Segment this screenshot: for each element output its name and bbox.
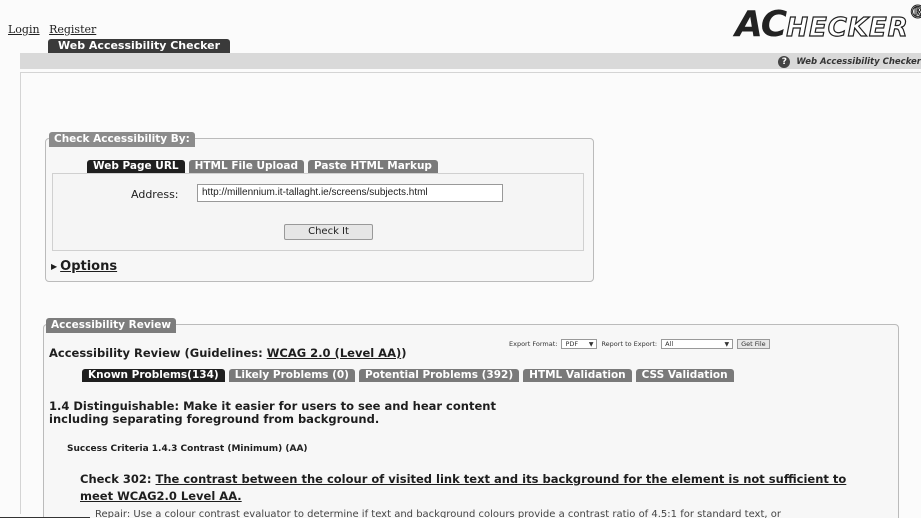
check-it-button[interactable]: Check It	[284, 224, 373, 240]
repair-text-cutoff: Repair: Use a colour contrast evaluator …	[95, 509, 781, 518]
guideline-section-title: 1.4 Distinguishable: Make it easier for …	[49, 399, 496, 426]
review-tabs: Known Problems(134) Likely Problems (0) …	[82, 369, 734, 382]
review-heading-suffix: )	[401, 346, 407, 360]
tab-css-validation[interactable]: CSS Validation	[635, 369, 734, 382]
tab-web-page-url[interactable]: Web Page URL	[87, 160, 185, 173]
export-controls: Export Format: PDF ▼ Report to Export: Al…	[509, 339, 770, 349]
logo-registered: ®	[908, 2, 921, 24]
options-label: Options	[60, 259, 118, 274]
tab-likely-problems[interactable]: Likely Problems (0)	[228, 369, 355, 382]
input-method-tabs: Web Page URL HTML File Upload Paste HTML…	[87, 160, 438, 173]
check-302: Check 302: The contrast between the colo…	[80, 471, 860, 505]
help-icon: ?	[778, 56, 791, 68]
help-link[interactable]: ? Web Accessibility Checker	[778, 56, 921, 68]
tab-paste-html-markup[interactable]: Paste HTML Markup	[307, 160, 438, 173]
tab-potential-problems[interactable]: Potential Problems (392)	[358, 369, 520, 382]
check-302-link[interactable]: The contrast between the colour of visit…	[80, 472, 846, 503]
report-to-export-value: All	[665, 339, 674, 348]
tab-known-problems[interactable]: Known Problems(134)	[82, 369, 225, 382]
top-links: Login Register	[8, 23, 102, 36]
register-link[interactable]: Register	[49, 23, 96, 36]
review-panel-title: Accessibility Review	[46, 318, 177, 333]
guidelines-link[interactable]: WCAG 2.0 (Level AA)	[267, 346, 402, 360]
logo-rest: HECKER	[786, 12, 909, 43]
tab-html-file-upload[interactable]: HTML File Upload	[188, 160, 304, 173]
triangle-right-icon: ▶	[51, 262, 58, 271]
chevron-down-icon: ▼	[724, 340, 730, 348]
brand-tab: Web Accessibility Checker	[48, 39, 231, 53]
get-file-button[interactable]: Get File	[737, 339, 770, 349]
export-format-label: Export Format:	[509, 340, 558, 348]
header-divider	[20, 72, 921, 73]
report-to-export-label: Report to Export:	[601, 340, 658, 348]
address-input[interactable]: http://millennium.it-tallaght.ie/screens…	[197, 184, 503, 202]
content-left-edge	[20, 72, 21, 514]
review-heading-prefix: Accessibility Review (Guidelines:	[49, 346, 267, 360]
review-heading: Accessibility Review (Guidelines: WCAG 2…	[49, 346, 407, 360]
chevron-down-icon: ▼	[588, 340, 594, 348]
options-toggle[interactable]: ▶ Options	[51, 259, 117, 274]
export-format-value: PDF	[565, 339, 579, 348]
report-to-export-select[interactable]: All ▼	[661, 339, 734, 349]
check-302-label: Check 302:	[80, 472, 152, 486]
address-label: Address:	[131, 188, 179, 201]
logo-ac: AC	[735, 4, 787, 45]
export-format-select[interactable]: PDF ▼	[561, 339, 598, 349]
tab-html-validation[interactable]: HTML Validation	[523, 369, 632, 382]
help-link-text: Web Accessibility Checker	[796, 57, 921, 67]
check-panel-title: Check Accessibility By:	[49, 132, 195, 147]
login-link[interactable]: Login	[8, 23, 40, 36]
success-criteria: Success Criteria 1.4.3 Contrast (Minimum…	[67, 444, 308, 454]
achecker-logo[interactable]: ACHECKER®	[735, 2, 921, 46]
